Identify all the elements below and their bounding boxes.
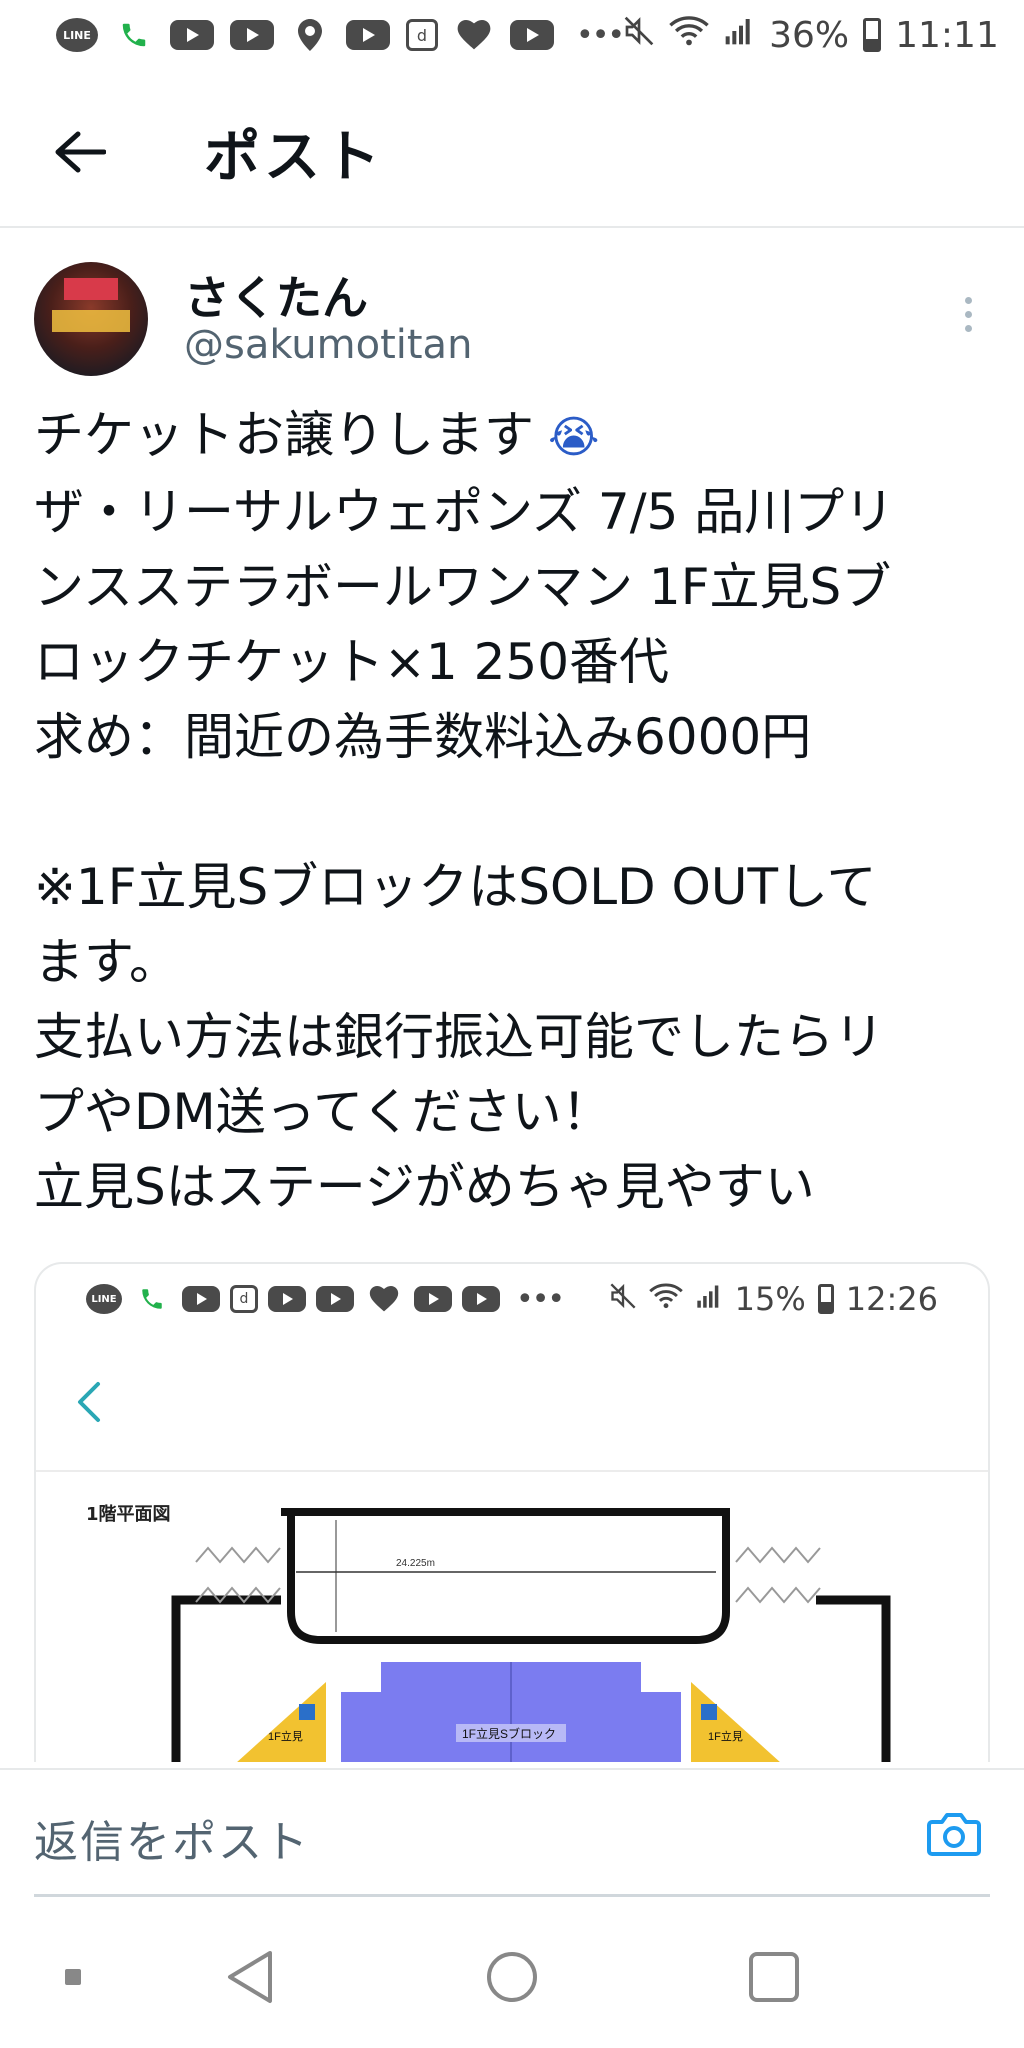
floor-plan-drawing: 24.225m 1F立見Sブロック 1F立見 1F立見: [171, 1508, 891, 1762]
post-image[interactable]: LINE d ••• 15% 12:26 1階平面図 24.225m 1F立見S…: [34, 1262, 990, 1762]
reply-input[interactable]: 返信をポスト: [34, 1806, 310, 1870]
post-line: ※1F立見SブロックはSOLD OUTして: [34, 858, 877, 916]
floor-plan: 1階平面図 24.225m 1F立見Sブロック 1F立見 1F立見: [36, 1472, 988, 1762]
circle-home-icon: [487, 1952, 537, 2002]
accessibility-icon: [701, 1704, 717, 1720]
post-text: チケットお譲りします 😭 ザ・リーサルウェポンズ 7/5 品川プリ ンスステラボ…: [34, 398, 994, 1225]
more-notifications-icon: •••: [516, 1281, 565, 1317]
post-line: 支払い方法は銀行振込可能でしたらリ: [34, 1008, 884, 1066]
image-status-bar: LINE d ••• 15% 12:26: [36, 1264, 988, 1334]
triangle-back-icon: [228, 1951, 272, 2003]
phone-icon: [132, 1284, 172, 1314]
line-icon-label: LINE: [63, 28, 91, 42]
post-line: プやDM送ってください！: [34, 1083, 612, 1141]
signal-icon: [695, 1280, 723, 1318]
camera-button[interactable]: [924, 1804, 984, 1864]
post-line: ます。: [34, 933, 179, 991]
d-app-icon: d: [230, 1285, 258, 1313]
signal-icon: [723, 15, 755, 56]
nav-recents-button[interactable]: [748, 1951, 800, 2007]
crying-face-icon: 😭: [534, 412, 600, 463]
nav-back-button[interactable]: [224, 1949, 274, 2009]
more-dot: [964, 296, 972, 304]
location-icon: [290, 19, 330, 51]
mute-icon: [609, 1280, 637, 1318]
avatar[interactable]: [34, 262, 148, 376]
youtube-icon: [268, 1286, 306, 1312]
youtube-icon: [170, 20, 214, 50]
post-line: 立見Sはステージがめちゃ見やすい: [34, 1158, 815, 1216]
square-recents-icon: [749, 1952, 799, 2002]
system-status: 36% 11:11: [623, 15, 999, 56]
s-block-label: 1F立見Sブロック: [462, 1726, 556, 1741]
more-dot: [964, 310, 972, 318]
side-block-left-label: 1F立見: [268, 1729, 303, 1743]
d-app-label: d: [239, 1291, 249, 1307]
nav-recents-small-button[interactable]: [64, 1968, 82, 1990]
notification-icons: LINE d •••: [56, 17, 625, 53]
page-title: ポスト: [204, 124, 384, 190]
accessibility-icon: [299, 1704, 315, 1720]
heart-icon: [454, 20, 494, 50]
avatar-detail: [64, 278, 118, 300]
mute-icon: [623, 15, 655, 56]
back-arrow-icon: [55, 131, 106, 173]
d-app-icon: d: [406, 19, 438, 51]
more-notifications-icon: •••: [576, 17, 625, 53]
status-bar: LINE d ••• 36% 11:11: [0, 0, 1024, 70]
image-nav-bar: [36, 1334, 988, 1472]
battery-icon: [863, 18, 882, 52]
heart-icon: [364, 1284, 404, 1314]
wifi-icon: [669, 15, 709, 56]
phone-icon: [114, 20, 154, 50]
line-icon: LINE: [56, 18, 98, 52]
post-line: 求め：間近の為手数料込み6000円: [34, 708, 812, 766]
author-name[interactable]: さくたん: [184, 262, 368, 328]
post-line: チケットお譲りします 😭: [34, 398, 994, 475]
back-button[interactable]: [30, 102, 130, 202]
youtube-icon: [182, 1286, 220, 1312]
reply-underline: [34, 1894, 990, 1897]
nav-home-button[interactable]: [486, 1951, 538, 2007]
battery-percent: 36%: [769, 14, 850, 56]
youtube-icon: [230, 20, 274, 50]
youtube-icon: [414, 1286, 452, 1312]
camera-icon: [927, 1813, 981, 1856]
youtube-icon: [316, 1286, 354, 1312]
avatar-detail: [52, 310, 130, 332]
post-author: さくたん @sakumotitan: [34, 262, 994, 382]
more-dot: [964, 324, 972, 332]
chevron-left-icon: [78, 1382, 100, 1422]
square-dot-icon: [65, 1969, 81, 1985]
clock: 11:11: [895, 14, 999, 56]
battery-percent: 15%: [734, 1280, 806, 1318]
youtube-icon: [510, 20, 554, 50]
system-nav-bar: [0, 1910, 1024, 2048]
reply-bar: 返信をポスト: [0, 1768, 1024, 1900]
image-system-status: 15% 12:26: [609, 1280, 938, 1318]
post-line-text: チケットお譲りします: [34, 406, 534, 464]
line-icon-label: LINE: [91, 1293, 117, 1305]
stage-dimension-label: 24.225m: [396, 1558, 435, 1569]
image-notification-icons: LINE d •••: [86, 1281, 565, 1317]
more-options-button[interactable]: [946, 284, 990, 344]
post-line: ザ・リーサルウェポンズ 7/5 品川プリ: [34, 483, 895, 541]
wifi-icon: [648, 1280, 683, 1318]
author-handle[interactable]: @sakumotitan: [184, 322, 472, 368]
side-block-right-label: 1F立見: [708, 1729, 743, 1743]
line-icon: LINE: [86, 1284, 122, 1314]
post-line-blank: [34, 775, 994, 850]
youtube-icon: [462, 1286, 500, 1312]
clock: 12:26: [845, 1280, 938, 1318]
d-app-label: d: [416, 25, 428, 45]
battery-icon: [817, 1284, 834, 1314]
youtube-icon: [346, 20, 390, 50]
post-line: ロックチケット×1 250番代: [34, 633, 670, 691]
app-header: ポスト: [0, 78, 1024, 228]
post-line: ンスステラボールワンマン 1F立見Sブ: [34, 558, 892, 616]
